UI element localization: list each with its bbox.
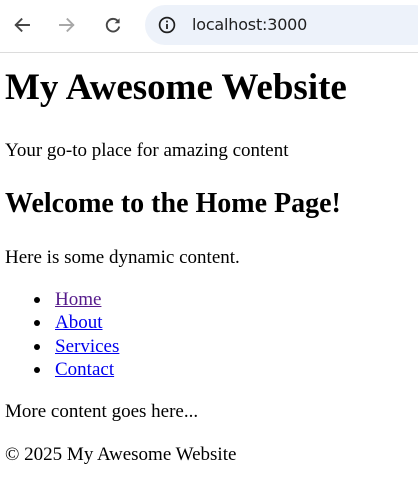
back-button[interactable] [7, 10, 37, 40]
nav-link-about[interactable]: About [55, 312, 103, 333]
page-heading: Welcome to the Home Page! [5, 188, 341, 219]
list-item: About [0, 311, 119, 334]
bullet [34, 343, 40, 350]
reload-button[interactable] [98, 10, 128, 40]
list-item: Contact [0, 358, 119, 381]
bullet [34, 320, 40, 327]
tagline: Your go-to place for amazing content [5, 140, 289, 161]
page-content: My Awesome Website Your go-to place for … [0, 53, 418, 496]
more-content: More content goes here... [5, 401, 199, 422]
forward-button[interactable] [52, 10, 82, 40]
arrow-right-icon [59, 17, 75, 33]
list-item: Services [0, 335, 119, 358]
bullet [34, 366, 40, 373]
url-text[interactable]: localhost:3000 [192, 14, 307, 36]
footer-text: © 2025 My Awesome Website [5, 444, 237, 465]
browser-toolbar: localhost:3000 [0, 0, 418, 53]
nav-link-services[interactable]: Services [55, 336, 119, 357]
bullet [34, 297, 40, 303]
reload-icon [105, 17, 121, 33]
list-item: Home [0, 288, 119, 311]
info-icon [158, 16, 176, 34]
dynamic-content: Here is some dynamic content. [5, 247, 240, 268]
nav-list: Home About Services Contact [0, 288, 119, 381]
site-title: My Awesome Website [5, 67, 347, 108]
nav-link-contact[interactable]: Contact [55, 359, 114, 380]
address-bar[interactable]: localhost:3000 [145, 5, 418, 45]
site-info-button[interactable] [152, 10, 182, 40]
arrow-left-icon [14, 17, 30, 33]
nav-link-home[interactable]: Home [55, 289, 101, 310]
